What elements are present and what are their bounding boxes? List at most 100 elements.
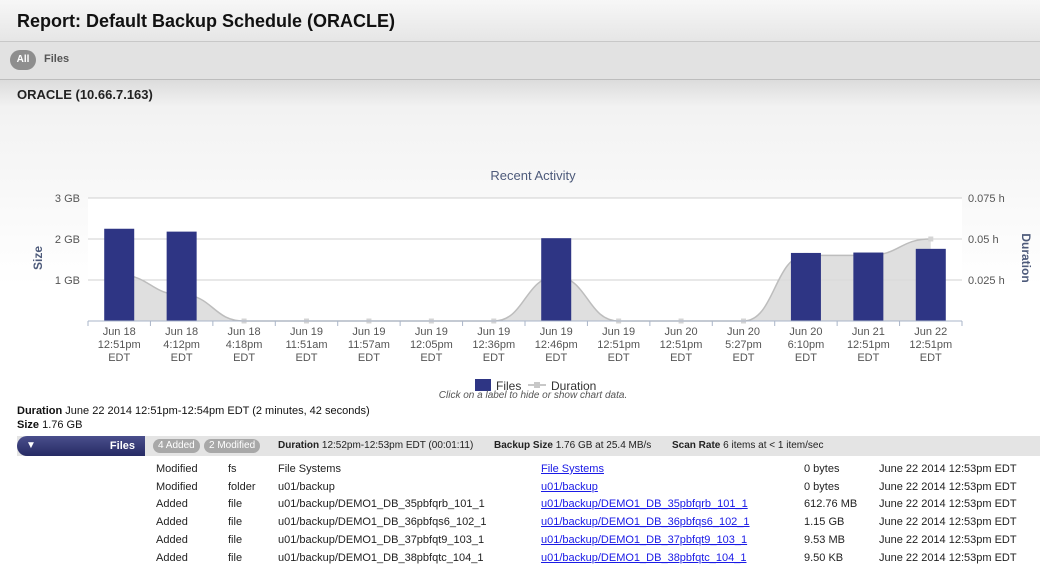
tab-all[interactable]: All xyxy=(10,50,36,70)
x-tick-label: Jun 18 xyxy=(103,326,136,338)
y2-tick-label: 0.05 h xyxy=(968,234,999,246)
files-section-bar: ▼ Files 4 Added 2 Modified Duration 12:5… xyxy=(17,436,1040,456)
row-size: 612.76 MB xyxy=(804,498,858,511)
row-size: 1.15 GB xyxy=(804,516,845,529)
files-bar[interactable] xyxy=(853,252,884,321)
tab-files[interactable]: Files xyxy=(44,53,69,65)
x-tick-label: Jun 19 xyxy=(540,326,573,338)
page-title: Report: Default Backup Schedule (ORACLE) xyxy=(17,11,396,31)
x-tick-label: 4:18pm xyxy=(226,339,263,351)
x-tick-label: 12:51pm xyxy=(847,339,890,351)
x-tick-label: 12:51pm xyxy=(597,339,640,351)
row-link[interactable]: u01/backup/DEMO1_DB_35pbfqrb_101_1 xyxy=(541,498,748,510)
row-date: June 22 2014 12:53pm EDT xyxy=(879,498,1017,511)
duration-value: June 22 2014 12:51pm-12:54pm EDT (2 minu… xyxy=(65,405,370,417)
row-path: u01/backup/DEMO1_DB_37pbfqt9_103_1 xyxy=(278,534,485,547)
backup-size: Backup Size 1.76 GB at 25.4 MB/s xyxy=(494,440,651,451)
duration-label: Duration xyxy=(17,405,63,417)
row-action: Added xyxy=(156,534,188,547)
scan-rate-label: Scan Rate xyxy=(672,440,721,451)
files-bar[interactable] xyxy=(915,248,946,321)
x-tick-label: Jun 22 xyxy=(914,326,947,338)
files-table: Modified fs File Systems File Systems 0 byte… xyxy=(0,460,1039,567)
table-row: Added file u01/backup/DEMO1_DB_36pbfqs6_10… xyxy=(0,513,1039,531)
host-name: ORACLE (10.66.7.163) xyxy=(17,87,153,102)
summary-duration: Duration June 22 2014 12:51pm-12:54pm ED… xyxy=(17,405,370,417)
modified-badge[interactable]: 2 Modified xyxy=(204,439,261,453)
row-type: file xyxy=(228,534,243,547)
row-path: u01/backup/DEMO1_DB_36pbfqs6_102_1 xyxy=(278,516,487,529)
row-link[interactable]: u01/backup/DEMO1_DB_37pbfqt9_103_1 xyxy=(541,534,747,546)
scan-rate-value: 6 items at < 1 item/sec xyxy=(723,440,824,451)
row-spacer xyxy=(0,549,156,567)
x-tick-label: 12:51pm xyxy=(98,339,141,351)
size-label: Size xyxy=(17,419,40,431)
row-link[interactable]: File Systems xyxy=(541,463,604,475)
files-bar[interactable] xyxy=(541,238,572,321)
y-tick-label: 1 GB xyxy=(55,275,80,287)
row-link[interactable]: u01/backup xyxy=(541,481,598,493)
recent-activity-chart: 3 GB2 GB1 GB0.075 h0.05 h0.025 hJun 1812… xyxy=(31,168,1033,401)
x-tick-label: Jun 19 xyxy=(477,326,510,338)
table-row: Modified folder u01/backup u01/backup 0 byte… xyxy=(0,478,1039,496)
chart-title: Recent Activity xyxy=(490,168,576,183)
size-value: 1.76 GB xyxy=(42,419,83,431)
row-date: June 22 2014 12:53pm EDT xyxy=(879,480,1017,493)
added-badge[interactable]: 4 Added xyxy=(153,439,200,453)
row-path: u01/backup/DEMO1_DB_35pbfqrb_101_1 xyxy=(278,498,485,511)
x-tick-label: EDT xyxy=(171,352,193,364)
x-tick-label: 5:27pm xyxy=(725,339,762,351)
row-size: 0 bytes xyxy=(804,462,840,475)
row-spacer xyxy=(0,496,156,514)
x-tick-label: EDT xyxy=(108,352,130,364)
x-tick-label: Jun 21 xyxy=(852,326,885,338)
x-tick-label: Jun 19 xyxy=(415,326,448,338)
x-tick-label: 11:57am xyxy=(348,339,390,351)
row-date: June 22 2014 12:53pm EDT xyxy=(879,534,1017,547)
row-action: Added xyxy=(156,516,188,529)
files-toggle-button[interactable]: ▼ Files xyxy=(17,436,145,456)
y-tick-label: 2 GB xyxy=(55,234,80,246)
y2-axis-title: Duration xyxy=(1019,233,1033,282)
files-bar[interactable] xyxy=(790,252,821,321)
row-path: File Systems xyxy=(278,462,341,475)
table-row: Modified fs File Systems File Systems 0 byte… xyxy=(0,460,1039,478)
x-tick-label: 6:10pm xyxy=(788,339,825,351)
x-tick-label: EDT xyxy=(795,352,817,364)
backup-size-label: Backup Size xyxy=(494,440,553,451)
row-path: u01/backup xyxy=(278,480,335,493)
files-bar[interactable] xyxy=(166,231,197,321)
row-date: June 22 2014 12:53pm EDT xyxy=(879,516,1017,529)
x-tick-label: Jun 20 xyxy=(665,326,698,338)
x-tick-label: 12:05pm xyxy=(410,339,453,351)
x-tick-label: EDT xyxy=(670,352,692,364)
x-tick-label: Jun 20 xyxy=(789,326,822,338)
x-tick-label: EDT xyxy=(420,352,442,364)
backup-size-value: 1.76 GB at 25.4 MB/s xyxy=(555,440,652,451)
x-tick-label: 4:12pm xyxy=(163,339,200,351)
x-tick-label: EDT xyxy=(608,352,630,364)
table-row: Added file u01/backup/DEMO1_DB_35pbfqrb_10… xyxy=(0,496,1039,514)
x-tick-label: 12:46pm xyxy=(535,339,578,351)
row-spacer xyxy=(0,513,156,531)
row-link[interactable]: u01/backup/DEMO1_DB_38pbfqtc_104_1 xyxy=(541,552,746,564)
row-link-cell: u01/backup/DEMO1_DB_36pbfqs6_102_1 xyxy=(541,513,804,531)
table-row: Added file u01/backup/DEMO1_DB_38pbfqtc_10… xyxy=(0,549,1039,567)
collapse-triangle-icon: ▼ xyxy=(26,440,36,451)
row-action: Added xyxy=(156,498,188,511)
table-row: Added file u01/backup/DEMO1_DB_37pbfqt9_10… xyxy=(0,531,1039,549)
x-tick-label: Jun 18 xyxy=(165,326,198,338)
row-size: 9.53 MB xyxy=(804,534,845,547)
files-bar[interactable] xyxy=(104,228,135,321)
row-spacer xyxy=(0,478,156,496)
row-link-cell: u01/backup/DEMO1_DB_37pbfqt9_103_1 xyxy=(541,531,804,549)
x-tick-label: EDT xyxy=(545,352,567,364)
row-date: June 22 2014 12:53pm EDT xyxy=(879,462,1017,475)
x-tick-label: 12:51pm xyxy=(909,339,952,351)
x-tick-label: 11:51am xyxy=(286,339,328,351)
title-bar: Report: Default Backup Schedule (ORACLE) xyxy=(0,0,1040,42)
x-tick-label: Jun 20 xyxy=(727,326,760,338)
y2-tick-label: 0.075 h xyxy=(968,193,1005,205)
row-action: Modified xyxy=(156,480,198,493)
row-link[interactable]: u01/backup/DEMO1_DB_36pbfqs6_102_1 xyxy=(541,516,750,528)
